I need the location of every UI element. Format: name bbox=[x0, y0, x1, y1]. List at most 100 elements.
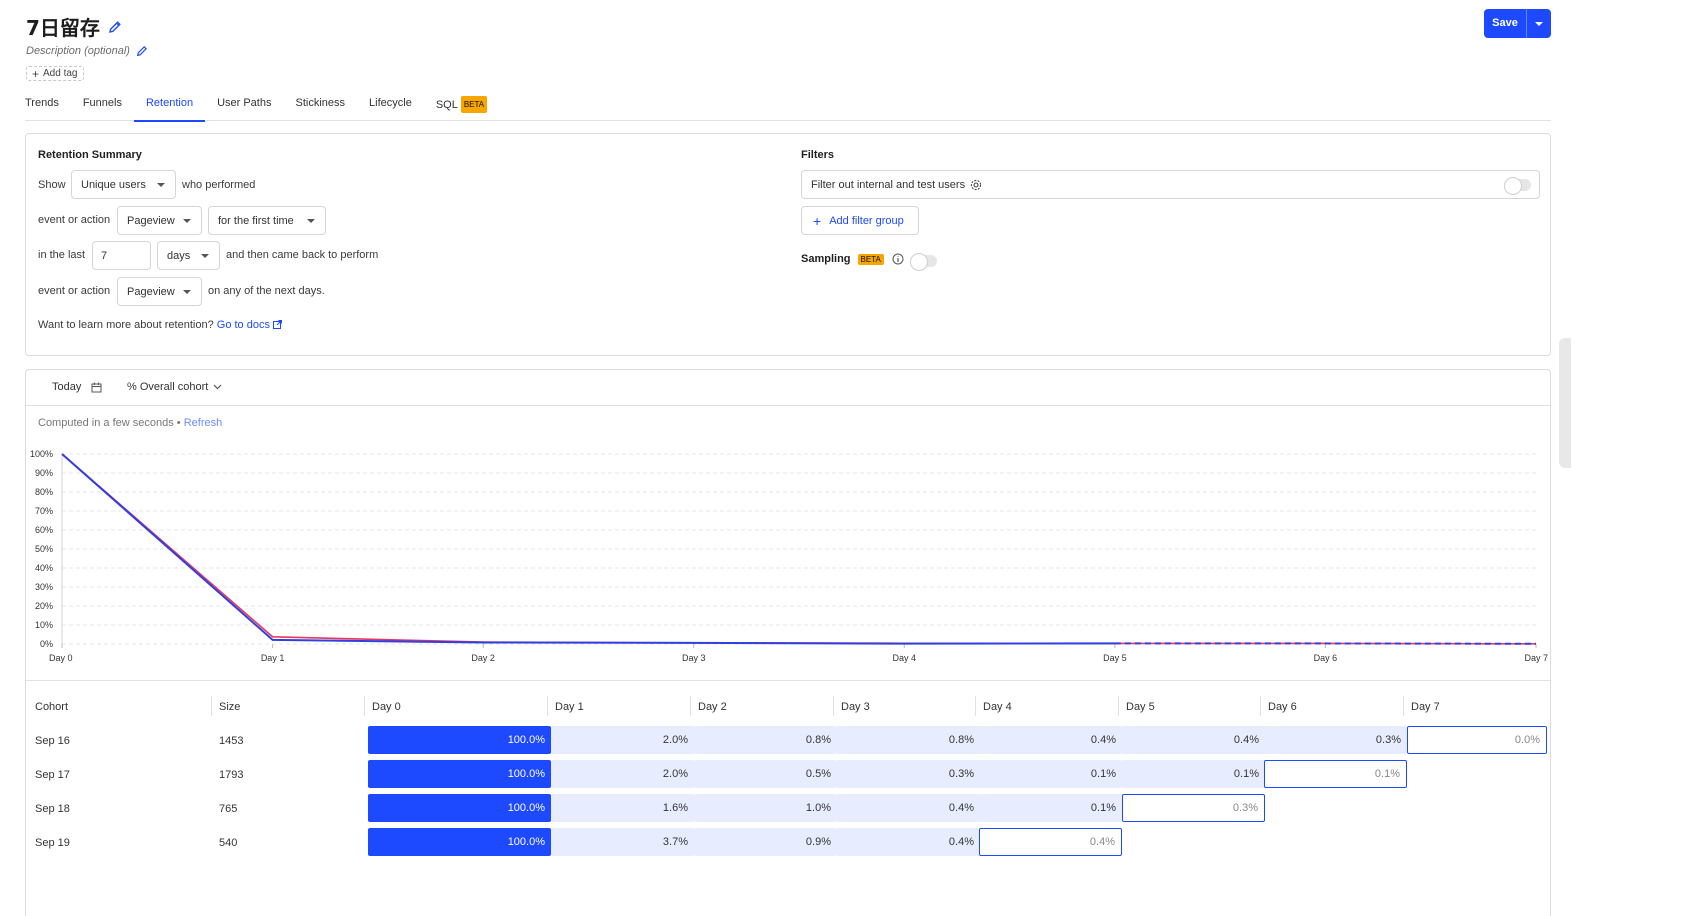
tab-sql[interactable]: SQL BETA bbox=[424, 96, 499, 121]
table-header[interactable]: Day 4 bbox=[983, 701, 1012, 713]
pencil-icon[interactable] bbox=[136, 45, 148, 57]
aggregation-select[interactable]: Unique users bbox=[71, 170, 176, 199]
test-users-toggle[interactable] bbox=[1504, 177, 1531, 195]
table-header[interactable]: Day 1 bbox=[555, 701, 584, 713]
save-dropdown-button[interactable] bbox=[1527, 21, 1551, 26]
retention-cell[interactable]: 0.3% bbox=[1264, 726, 1407, 754]
retention-cell[interactable]: 100.0% bbox=[368, 726, 551, 754]
description-placeholder: Description (optional) bbox=[26, 45, 130, 57]
tab-label: Stickiness bbox=[295, 97, 346, 109]
show-label: Show bbox=[38, 179, 66, 191]
retention-summary-title: Retention Summary bbox=[38, 149, 142, 161]
plus-icon: + bbox=[32, 66, 40, 81]
retention-cell[interactable]: 100.0% bbox=[368, 794, 551, 822]
y-tick-label: 50% bbox=[35, 544, 53, 554]
description-field[interactable]: Description (optional) bbox=[26, 45, 148, 57]
insight-title-text: 7日留存 bbox=[26, 16, 100, 40]
retention-cell[interactable]: 2.0% bbox=[551, 760, 694, 788]
retention-cell[interactable]: 0.0% bbox=[1407, 726, 1547, 754]
docs-link[interactable]: Go to docs bbox=[217, 319, 270, 331]
retention-cell[interactable]: 0.3% bbox=[837, 760, 980, 788]
cohort-mode-select[interactable]: % Overall cohort bbox=[127, 381, 222, 393]
target-event-select[interactable]: Pageview bbox=[117, 206, 202, 235]
tab-retention[interactable]: Retention bbox=[133, 96, 206, 122]
column-divider bbox=[690, 696, 691, 716]
date-range-picker[interactable]: Today bbox=[52, 381, 102, 393]
retention-cell[interactable]: 100.0% bbox=[368, 828, 551, 856]
info-icon[interactable] bbox=[892, 253, 904, 265]
y-tick-label: 70% bbox=[35, 506, 53, 516]
returning-event-select[interactable]: Pageview bbox=[117, 277, 202, 306]
retention-cell[interactable]: 0.1% bbox=[979, 794, 1122, 822]
tab-user-paths[interactable]: User Paths bbox=[205, 96, 283, 121]
table-header[interactable]: Day 3 bbox=[841, 701, 870, 713]
retention-cell[interactable]: 3.7% bbox=[551, 828, 694, 856]
retention-cell[interactable]: 2.0% bbox=[551, 726, 694, 754]
table-header[interactable]: Day 7 bbox=[1411, 701, 1440, 713]
tab-trends[interactable]: Trends bbox=[25, 96, 71, 121]
retention-cell[interactable]: 0.1% bbox=[979, 760, 1122, 788]
computed-status: Computed in a few seconds • Refresh bbox=[38, 417, 222, 429]
retention-cell[interactable]: 100.0% bbox=[368, 760, 551, 788]
add-tag-button[interactable]: + Add tag bbox=[26, 66, 84, 81]
retention-cell[interactable]: 0.8% bbox=[694, 726, 837, 754]
table-header[interactable]: Cohort bbox=[35, 701, 68, 713]
learn-more-label: Want to learn more about retention? bbox=[38, 319, 214, 331]
sampling-toggle[interactable] bbox=[910, 253, 937, 271]
period-count-input[interactable]: 7 bbox=[92, 241, 151, 270]
save-button[interactable]: Save bbox=[1484, 9, 1527, 38]
period-unit-value: days bbox=[167, 249, 191, 262]
retention-cell[interactable]: 0.5% bbox=[694, 760, 837, 788]
retention-cell[interactable]: 0.4% bbox=[979, 828, 1122, 856]
sampling-title: Sampling BETA bbox=[801, 253, 904, 265]
side-panel-handle[interactable] bbox=[1559, 338, 1571, 468]
retention-cell[interactable]: 0.3% bbox=[1122, 794, 1265, 822]
chevron-down-icon bbox=[307, 218, 315, 223]
test-users-filter[interactable]: Filter out internal and test users bbox=[801, 170, 1540, 199]
save-button-group[interactable]: Save bbox=[1484, 9, 1551, 38]
external-link-icon bbox=[273, 320, 283, 329]
cohort-size: 540 bbox=[219, 837, 238, 849]
retention-cell[interactable]: 0.4% bbox=[837, 828, 980, 856]
retention-cell[interactable]: 0.8% bbox=[837, 726, 980, 754]
x-tick-label: Day 3 bbox=[682, 653, 706, 663]
in-the-last-label: in the last bbox=[38, 249, 86, 261]
aggregation-value: Unique users bbox=[81, 178, 146, 191]
table-header[interactable]: Day 5 bbox=[1126, 701, 1155, 713]
tab-stickiness[interactable]: Stickiness bbox=[283, 96, 357, 121]
y-tick-label: 60% bbox=[35, 525, 53, 535]
retention-cell[interactable]: 0.1% bbox=[1264, 760, 1407, 788]
gear-icon[interactable] bbox=[970, 179, 982, 191]
table-header[interactable]: Size bbox=[219, 701, 240, 713]
cohort-date: Sep 17 bbox=[35, 769, 70, 781]
add-tag-label: Add tag bbox=[43, 68, 78, 79]
retention-cell[interactable]: 0.4% bbox=[837, 794, 980, 822]
table-header[interactable]: Day 6 bbox=[1268, 701, 1297, 713]
chevron-down-icon bbox=[183, 218, 191, 223]
table-header[interactable]: Day 0 bbox=[372, 701, 401, 713]
tab-funnels[interactable]: Funnels bbox=[71, 96, 134, 121]
chevron-down-icon bbox=[157, 182, 165, 187]
x-tick-label: Day 0 bbox=[49, 653, 73, 663]
tab-lifecycle[interactable]: Lifecycle bbox=[357, 96, 424, 121]
table-header[interactable]: Day 2 bbox=[698, 701, 727, 713]
returning-event-value: Pageview bbox=[127, 285, 175, 298]
column-divider bbox=[1260, 696, 1261, 716]
pencil-icon[interactable] bbox=[108, 20, 122, 34]
retention-cell[interactable]: 0.9% bbox=[694, 828, 837, 856]
refresh-link[interactable]: Refresh bbox=[184, 417, 223, 429]
retention-cell[interactable]: 0.4% bbox=[979, 726, 1122, 754]
x-tick-label: Day 2 bbox=[471, 653, 495, 663]
cohort-mode-label: % Overall cohort bbox=[127, 381, 209, 393]
retention-cell[interactable]: 0.4% bbox=[1122, 726, 1265, 754]
first-time-select[interactable]: for the first time bbox=[208, 206, 326, 235]
target-event-value: Pageview bbox=[127, 214, 175, 227]
retention-cell[interactable]: 1.6% bbox=[551, 794, 694, 822]
period-unit-select[interactable]: days bbox=[157, 241, 220, 270]
column-divider bbox=[975, 696, 976, 716]
retention-cell[interactable]: 0.1% bbox=[1122, 760, 1265, 788]
retention-cell[interactable]: 1.0% bbox=[694, 794, 837, 822]
insight-title[interactable]: 7日留存 bbox=[26, 12, 122, 41]
results-panel: Today % Overall cohort Computed in a few… bbox=[25, 369, 1551, 916]
add-filter-group-button[interactable]: + Add filter group bbox=[801, 206, 919, 235]
